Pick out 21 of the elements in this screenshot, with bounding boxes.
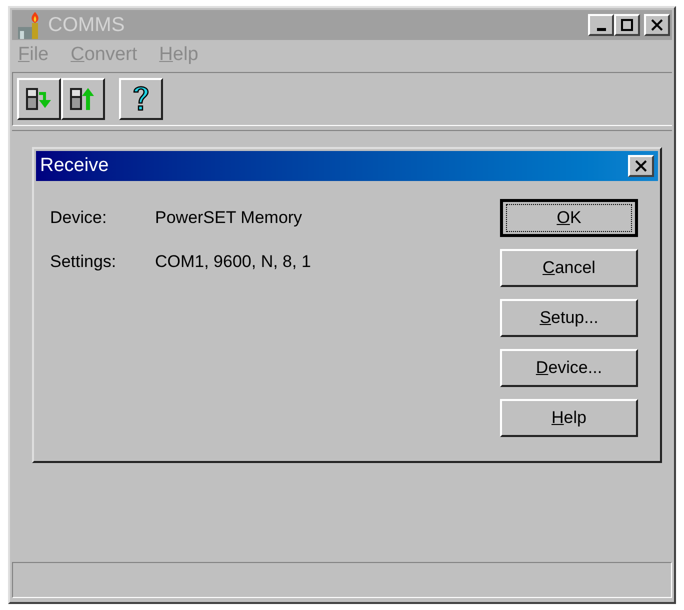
send-button[interactable] xyxy=(61,78,105,120)
dialog-button[interactable]: OK xyxy=(500,199,638,237)
close-icon xyxy=(651,19,663,31)
close-icon xyxy=(635,160,647,172)
close-button[interactable] xyxy=(644,14,670,36)
dialog-button[interactable]: Device... xyxy=(500,349,638,387)
field-label: Device: xyxy=(50,207,108,229)
dialog-button[interactable]: Cancel xyxy=(500,249,638,287)
dialog-button[interactable]: Setup... xyxy=(500,299,638,337)
field-value: PowerSET Memory xyxy=(155,207,302,229)
maximize-icon xyxy=(621,19,633,31)
close-button[interactable] xyxy=(628,155,654,177)
help-button[interactable] xyxy=(119,78,163,120)
minimize-icon xyxy=(596,28,606,31)
dialog-button[interactable]: Help xyxy=(500,399,638,437)
minimize-button[interactable] xyxy=(588,14,614,36)
dialog-title: Receive xyxy=(40,154,110,178)
field-value: COM1, 9600, N, 8, 1 xyxy=(155,250,311,272)
field-label: Settings: xyxy=(50,250,118,272)
receive-button[interactable] xyxy=(17,78,61,120)
maximize-button[interactable] xyxy=(614,14,640,36)
